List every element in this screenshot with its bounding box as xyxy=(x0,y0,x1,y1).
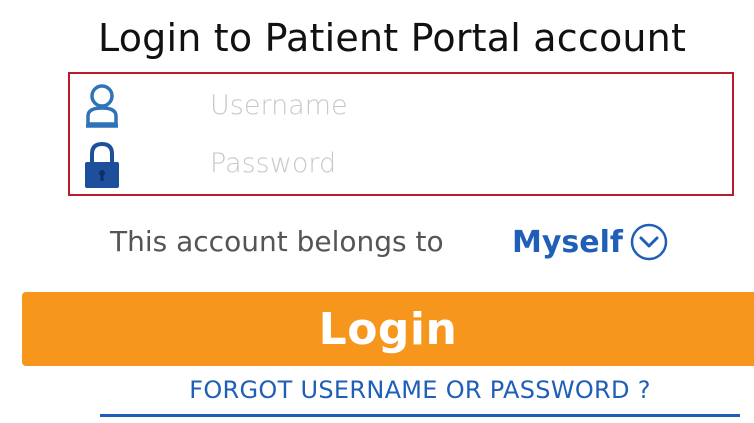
login-box xyxy=(68,72,734,196)
account-owner-value: Myself xyxy=(512,224,623,260)
user-icon xyxy=(82,82,122,130)
login-button[interactable]: Login xyxy=(22,292,754,366)
page-title: Login to Patient Portal account xyxy=(98,16,687,60)
lock-icon xyxy=(82,140,122,188)
chevron-down-circle-icon[interactable] xyxy=(629,222,669,262)
password-input[interactable] xyxy=(210,142,710,184)
password-row xyxy=(70,136,732,194)
account-owner-label: This account belongs to xyxy=(110,225,444,258)
account-owner-select[interactable]: Myself xyxy=(512,218,669,266)
username-input[interactable] xyxy=(210,84,710,126)
forgot-credentials-link[interactable]: FORGOT USERNAME OR PASSWORD ? xyxy=(100,370,740,417)
username-row xyxy=(70,78,732,136)
